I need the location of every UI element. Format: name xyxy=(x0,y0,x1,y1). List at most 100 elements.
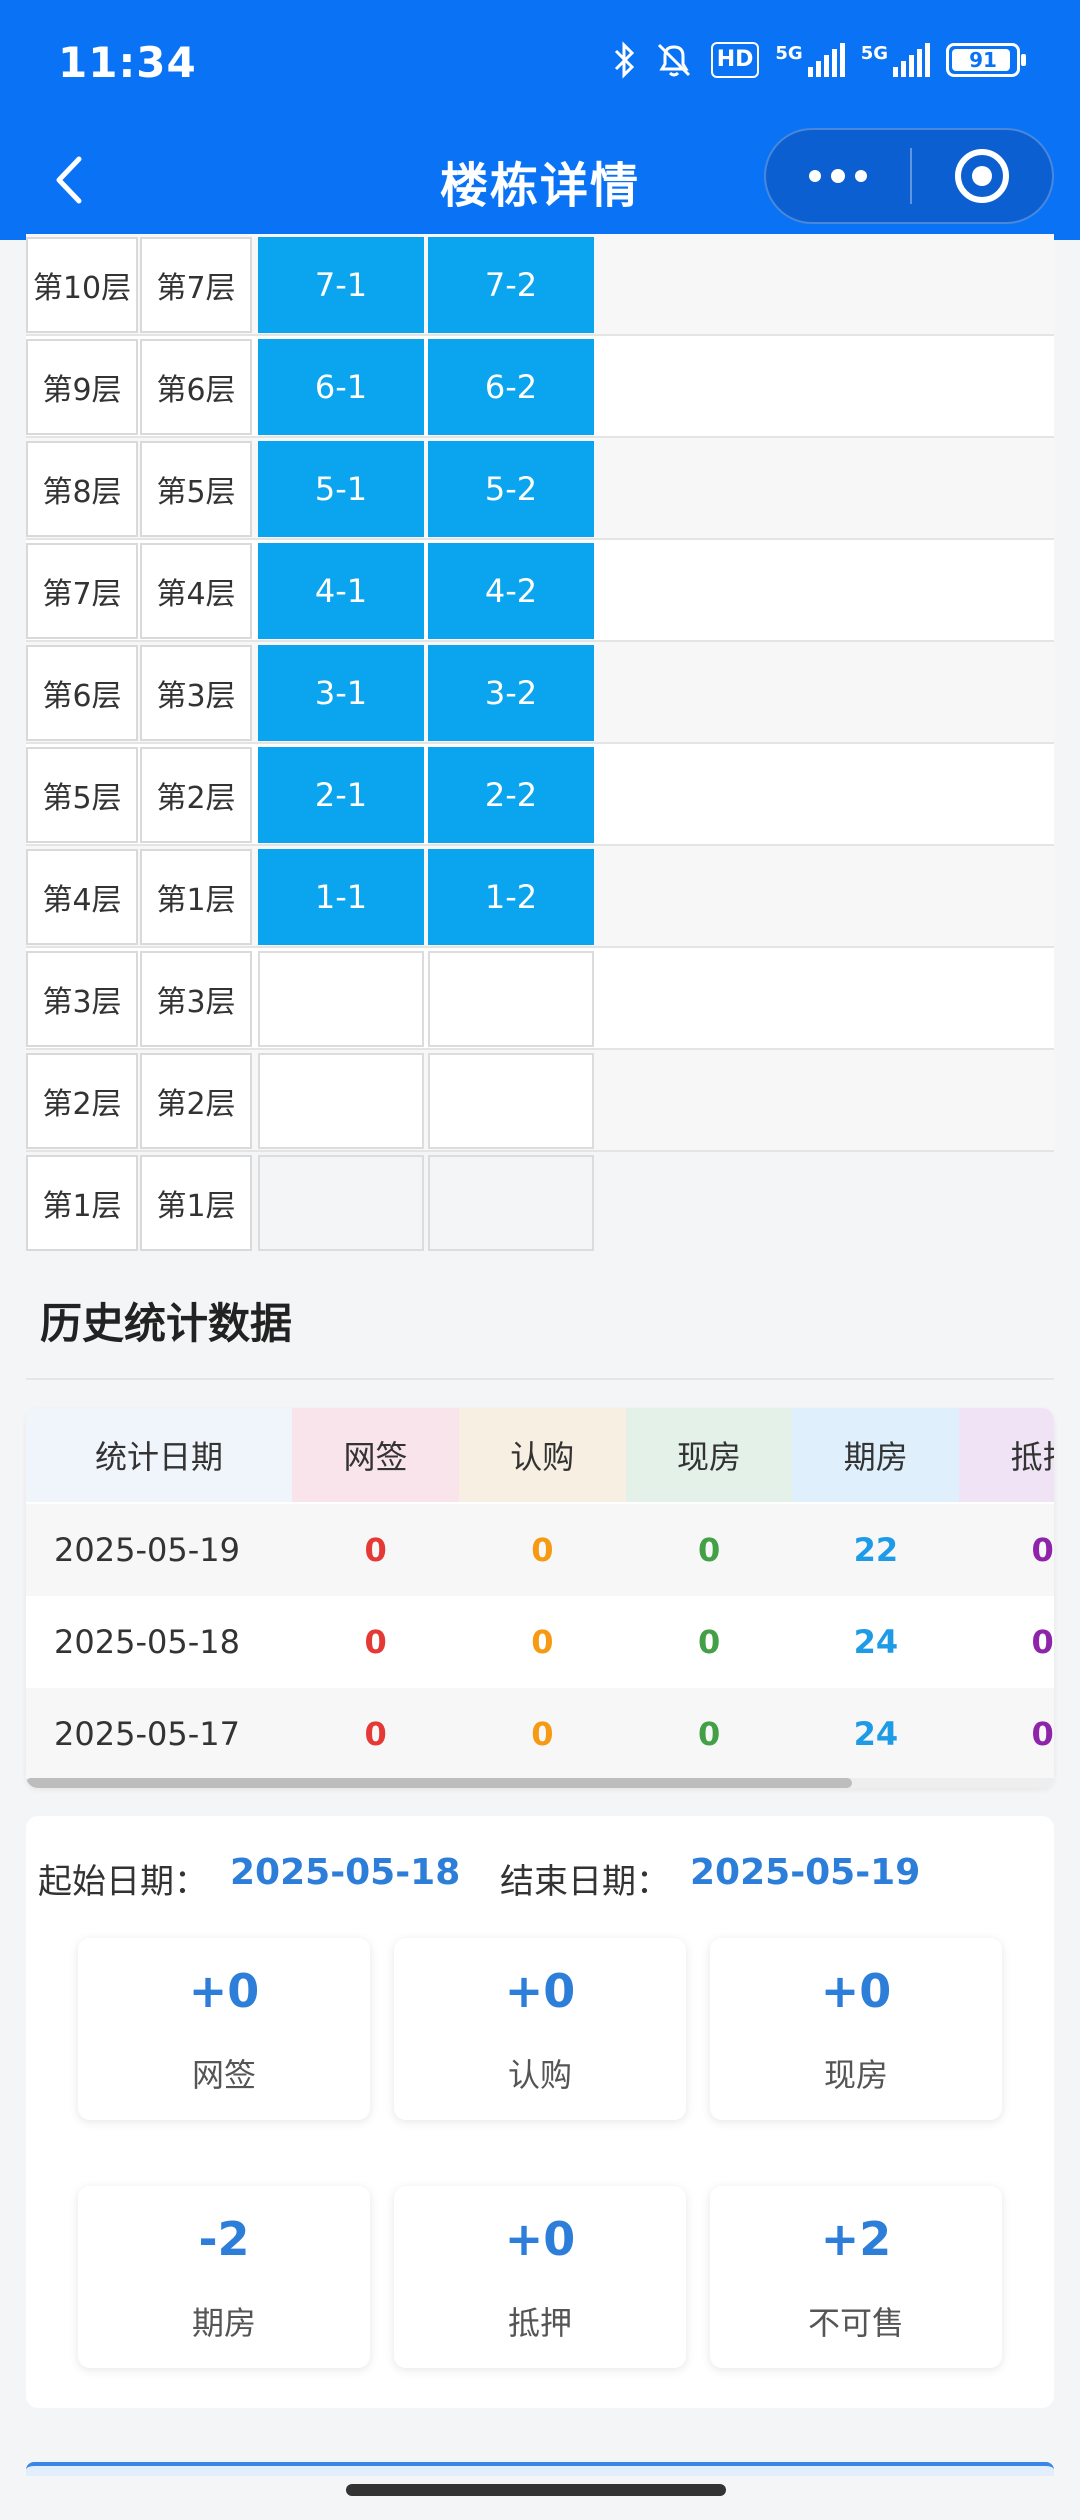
actual-floor-label: 第1层 xyxy=(140,1155,252,1251)
status-icons: HD 5G 5G 91 xyxy=(613,40,1026,80)
unit-cell[interactable]: 5-1 xyxy=(258,441,424,537)
floor-row: 第10层 第7层 7-1 7-2 xyxy=(26,234,1054,336)
floor-row: 第1层 第1层 xyxy=(26,1152,598,1254)
nav-bar: 楼栋详情 xyxy=(0,128,1080,240)
status-time: 11:34 xyxy=(58,38,197,87)
unit-cell[interactable]: 4-1 xyxy=(258,543,424,639)
stat-value: +0 xyxy=(504,1964,576,2018)
table-row: 2025-05-18 0 0 0 24 0 xyxy=(26,1596,1054,1688)
floor-label: 第7层 xyxy=(26,543,138,639)
horizontal-scrollbar[interactable] xyxy=(26,1778,1054,1788)
stat-card-qifang: -2 期房 xyxy=(78,2186,370,2368)
unit-cell[interactable]: 4-2 xyxy=(428,543,594,639)
unit-cell[interactable]: 1-2 xyxy=(428,849,594,945)
table-row: 2025-05-19 0 0 0 22 0 xyxy=(26,1504,1054,1596)
stat-card-rengou: +0 认购 xyxy=(394,1938,686,2120)
unit-cell[interactable]: 5-2 xyxy=(428,441,594,537)
stat-card-wangqian: +0 网签 xyxy=(78,1938,370,2120)
stat-card-xianfang: +0 现房 xyxy=(710,1938,1002,2120)
unit-cell[interactable]: 2-1 xyxy=(258,747,424,843)
start-date-picker[interactable]: 2025-05-18 xyxy=(230,1852,460,1893)
floor-label: 第5层 xyxy=(26,747,138,843)
stat-label: 不可售 xyxy=(807,2304,904,2342)
stat-value: +0 xyxy=(188,1964,260,2018)
floor-label: 第2层 xyxy=(26,1053,138,1149)
stat-value: +0 xyxy=(504,2212,576,2266)
unit-cell[interactable]: 7-1 xyxy=(258,237,424,333)
cell-diya: 0 xyxy=(1031,1715,1054,1753)
cell-rengou: 0 xyxy=(531,1715,554,1753)
floor-label: 第10层 xyxy=(26,237,138,333)
signal-5g-icon-1: 5G xyxy=(775,43,845,77)
header-date: 统计日期 xyxy=(26,1408,293,1502)
unit-cell[interactable]: 6-1 xyxy=(258,339,424,435)
actual-floor-label: 第2层 xyxy=(140,1053,252,1149)
stat-card-bukeshou: +2 不可售 xyxy=(710,2186,1002,2368)
stat-label: 网签 xyxy=(191,2056,256,2094)
table-row: 2025-05-17 0 0 0 24 0 xyxy=(26,1688,1054,1780)
stat-value: +0 xyxy=(820,1964,892,2018)
header-xianfang: 现房 xyxy=(625,1408,793,1502)
header-rengou: 认购 xyxy=(458,1408,626,1502)
hd-icon: HD xyxy=(710,42,760,78)
unit-cell-empty xyxy=(428,951,594,1047)
scrollbar-thumb[interactable] xyxy=(26,1778,852,1788)
battery-level: 91 xyxy=(969,48,997,72)
unit-cell-empty xyxy=(258,951,424,1047)
cell-qifang: 24 xyxy=(853,1623,899,1661)
cell-diya: 0 xyxy=(1031,1531,1054,1569)
cell-wangqian: 0 xyxy=(364,1715,387,1753)
cell-rengou: 0 xyxy=(531,1623,554,1661)
next-section-peek xyxy=(26,2462,1054,2476)
actual-floor-label: 第3层 xyxy=(140,951,252,1047)
home-indicator[interactable] xyxy=(346,2484,726,2496)
unit-cell-empty xyxy=(428,1155,594,1251)
actual-floor-label: 第2层 xyxy=(140,747,252,843)
floor-row: 第2层 第2层 xyxy=(26,1050,1054,1152)
floor-row: 第4层 第1层 1-1 1-2 xyxy=(26,846,1054,948)
stat-value: +2 xyxy=(820,2212,892,2266)
unit-cell[interactable]: 1-1 xyxy=(258,849,424,945)
stat-label: 抵押 xyxy=(507,2304,572,2342)
unit-cell[interactable]: 3-1 xyxy=(258,645,424,741)
unit-cell[interactable]: 6-2 xyxy=(428,339,594,435)
cell-qifang: 22 xyxy=(853,1531,899,1569)
start-date-label: 起始日期： xyxy=(38,1862,208,1902)
cell-xianfang: 0 xyxy=(697,1623,721,1661)
unit-cell[interactable]: 3-2 xyxy=(428,645,594,741)
close-miniprogram-button[interactable] xyxy=(912,130,1052,222)
floor-label: 第8层 xyxy=(26,441,138,537)
floor-label: 第1层 xyxy=(26,1155,138,1251)
status-bar: 11:34 HD 5G 5G 91 xyxy=(0,0,1080,128)
actual-floor-label: 第6层 xyxy=(140,339,252,435)
stat-label: 现房 xyxy=(823,2056,888,2094)
stat-label: 认购 xyxy=(507,2056,572,2094)
header-diya: 抵押 xyxy=(959,1408,1054,1502)
divider xyxy=(26,1378,1054,1380)
signal-5g-icon-2: 5G xyxy=(861,43,930,77)
cell-qifang: 24 xyxy=(853,1715,899,1753)
floor-row: 第6层 第3层 3-1 3-2 xyxy=(26,642,1054,744)
more-button[interactable] xyxy=(766,130,910,222)
battery-icon: 91 xyxy=(946,43,1026,77)
unit-cell-empty xyxy=(258,1053,424,1149)
floor-row: 第7层 第4层 4-1 4-2 xyxy=(26,540,1054,642)
floor-row: 第8层 第5层 5-1 5-2 xyxy=(26,438,1054,540)
unit-cell[interactable]: 7-2 xyxy=(428,237,594,333)
end-date-picker[interactable]: 2025-05-19 xyxy=(690,1852,920,1893)
unit-cell[interactable]: 2-2 xyxy=(428,747,594,843)
floor-row: 第9层 第6层 6-1 6-2 xyxy=(26,336,1054,438)
history-table-header: 统计日期 网签 认购 现房 期房 抵押 xyxy=(26,1408,1054,1502)
stat-label: 期房 xyxy=(191,2304,256,2342)
bell-muted-icon xyxy=(653,40,695,80)
end-date-label: 结束日期： xyxy=(500,1862,670,1902)
floor-row: 第5层 第2层 2-1 2-2 xyxy=(26,744,1054,846)
history-table[interactable]: 统计日期 网签 认购 现房 期房 抵押 2025-05-19 0 0 0 22 … xyxy=(26,1408,1054,1788)
floor-row: 第3层 第3层 xyxy=(26,948,1054,1050)
miniprogram-capsule xyxy=(764,128,1054,224)
actual-floor-label: 第1层 xyxy=(140,849,252,945)
cell-date: 2025-05-19 xyxy=(54,1531,240,1569)
date-compare-card: 起始日期： 2025-05-18 结束日期： 2025-05-19 +0 网签 … xyxy=(26,1816,1054,2408)
stat-value: -2 xyxy=(198,2212,250,2266)
cell-rengou: 0 xyxy=(531,1531,554,1569)
